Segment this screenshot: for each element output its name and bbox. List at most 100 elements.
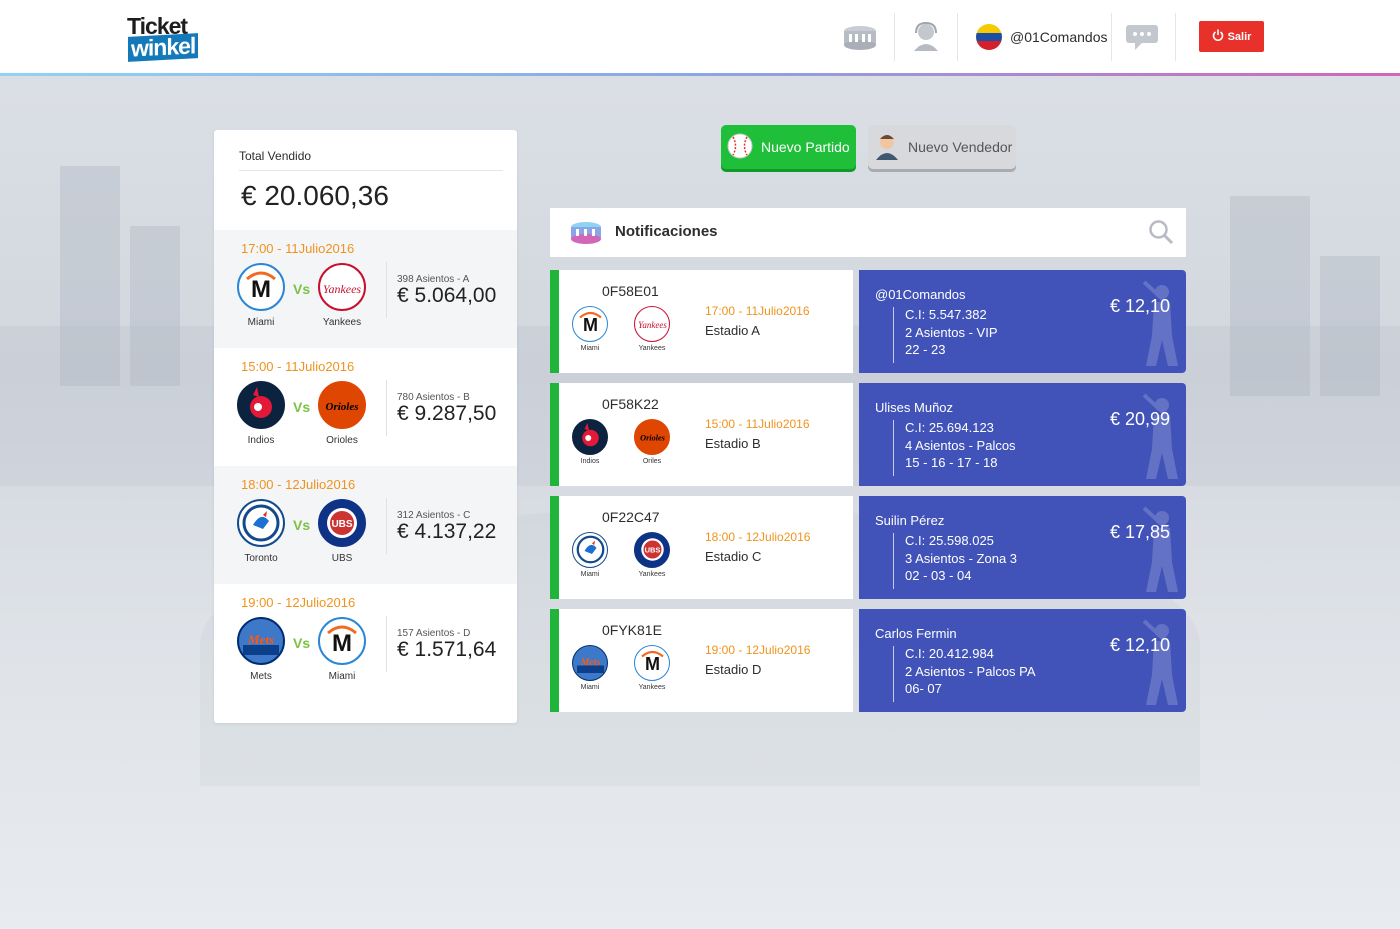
match-time: 17:00 - 11Julio2016 — [705, 304, 810, 318]
ticket-stub: 0F58E01 M Miami Vs Yankees Yankees 17:00… — [559, 270, 853, 373]
svg-text:M: M — [583, 315, 598, 335]
buyer-name: Suilin Pérez — [875, 513, 945, 528]
seat-numbers: 02 - 03 - 04 — [905, 568, 972, 583]
stadium-icon[interactable] — [840, 18, 880, 56]
vs-label: Vs — [293, 517, 311, 533]
svg-text:M: M — [251, 276, 271, 303]
match-item[interactable]: 18:00 - 12Julio2016 Toronto Vs UBS UBS 3… — [214, 466, 517, 584]
notifications-header: Notificaciones — [550, 208, 1186, 257]
buyer-seats: 3 Asientos - Zona 3 — [905, 551, 1018, 566]
home-team-name: Miami — [580, 684, 600, 691]
svg-text:Yankees: Yankees — [638, 320, 667, 330]
divider — [893, 307, 894, 363]
svg-text:Mets: Mets — [579, 657, 600, 668]
notification-item[interactable]: 0F22C47 Miami Vs UBS Yankees 18:00 - 12J… — [550, 496, 1186, 599]
match-amount: € 9.287,50 — [397, 402, 497, 425]
username: @01Comandos — [1010, 29, 1108, 45]
away-team-name: Miami — [328, 671, 356, 682]
divider — [893, 420, 894, 476]
divider — [239, 170, 503, 171]
batter-silhouette-icon — [1142, 280, 1178, 366]
ticket-perforation — [845, 609, 853, 712]
buyer-info: Carlos Fermin C.I: 20.412.984 2 Asientos… — [859, 609, 1186, 712]
logout-button[interactable]: Salir — [1199, 21, 1264, 52]
away-team: M Yankees — [632, 645, 672, 691]
user-menu[interactable]: @01Comandos — [976, 24, 1108, 50]
yankees-logo-icon: Yankees — [318, 263, 366, 311]
ticket-code: 0FYK81E — [602, 622, 662, 638]
match-item[interactable]: 15:00 - 11Julio2016 Indios Vs Orioles Or… — [214, 348, 517, 466]
away-team: Yankees Yankees — [314, 263, 370, 328]
divider — [893, 646, 894, 702]
ticket-stub: 0FYK81E Mets Miami Vs M Yankees 19:00 - … — [559, 609, 853, 712]
match-time: 18:00 - 12Julio2016 — [241, 477, 356, 492]
marlins-logo-icon: M — [634, 645, 670, 681]
buyer-id: C.I: 25.694.123 — [905, 420, 994, 435]
away-team: UBS Yankees — [632, 532, 672, 578]
venezuela-flag-icon — [976, 24, 1002, 50]
stadium-name: Estadio D — [705, 662, 762, 677]
orioles-logo-icon: Orioles — [634, 419, 670, 455]
indians-logo-icon — [572, 419, 608, 455]
ticket-perforation — [845, 383, 853, 486]
match-time: 15:00 - 11Julio2016 — [705, 417, 810, 431]
match-time: 15:00 - 11Julio2016 — [241, 359, 355, 374]
away-team: Orioles Orioles — [314, 381, 370, 446]
yankees-logo-icon: Yankees — [634, 306, 670, 342]
power-icon — [1212, 29, 1224, 44]
buyer-id: C.I: 5.547.382 — [905, 307, 987, 322]
seller-avatar-icon — [874, 132, 900, 163]
notification-item[interactable]: 0F58K22 Indios Vs Orioles Oriles 15:00 -… — [550, 383, 1186, 486]
new-seller-button[interactable]: Nuevo Vendedor — [868, 125, 1016, 169]
ticket-perforation — [845, 496, 853, 599]
baseball-icon — [727, 133, 753, 162]
batter-silhouette-icon — [1142, 506, 1178, 592]
ticket-stub: 0F58K22 Indios Vs Orioles Oriles 15:00 -… — [559, 383, 853, 486]
divider — [386, 262, 387, 318]
match-time: 17:00 - 11Julio2016 — [241, 241, 355, 256]
new-match-button[interactable]: Nuevo Partido — [721, 125, 856, 169]
match-item[interactable]: 19:00 - 12Julio2016 Mets Mets Vs M Miami… — [214, 584, 517, 702]
home-team-name: Mets — [250, 671, 272, 682]
search-icon[interactable] — [1148, 219, 1174, 250]
ticket-stub: 0F22C47 Miami Vs UBS Yankees 18:00 - 12J… — [559, 496, 853, 599]
cubs-logo-icon: UBS — [318, 499, 366, 547]
header-divider — [894, 13, 895, 61]
marlins-logo-icon: M — [237, 263, 285, 311]
buyer-info: @01Comandos C.I: 5.547.382 2 Asientos - … — [859, 270, 1186, 373]
away-team-name: Yankees — [322, 317, 362, 328]
svg-text:Yankees: Yankees — [323, 282, 362, 296]
ticket-code: 0F22C47 — [602, 509, 660, 525]
svg-text:UBS: UBS — [644, 546, 660, 555]
notification-item[interactable]: 0FYK81E Mets Miami Vs M Yankees 19:00 - … — [550, 609, 1186, 712]
indians-logo-icon — [237, 381, 285, 429]
home-team-name: Indios — [247, 435, 275, 446]
notification-item[interactable]: 0F58E01 M Miami Vs Yankees Yankees 17:00… — [550, 270, 1186, 373]
marlins-logo-icon: M — [318, 617, 366, 665]
stadium-name: Estadio B — [705, 436, 761, 451]
match-item[interactable]: 17:00 - 11Julio2016 M Miami Vs Yankees Y… — [214, 230, 517, 348]
header-gradient-line — [0, 73, 1400, 76]
blue-jays-logo-icon — [237, 499, 285, 547]
support-agent-icon[interactable] — [906, 18, 946, 56]
match-amount: € 1.571,64 — [397, 638, 497, 661]
ticketwinkel-logo[interactable]: Ticket winkel — [127, 13, 205, 63]
stadium-name: Estadio A — [705, 323, 760, 338]
status-strip — [550, 496, 559, 599]
home-team: Mets Miami — [570, 645, 610, 691]
marlins-logo-icon: M — [572, 306, 608, 342]
chat-icon[interactable] — [1122, 18, 1162, 56]
divider — [386, 616, 387, 672]
home-team: Miami — [570, 532, 610, 578]
away-team: Yankees Yankees — [632, 306, 672, 352]
home-team-name: Indios — [580, 458, 600, 465]
buyer-id: C.I: 25.598.025 — [905, 533, 994, 548]
mets-logo-icon: Mets — [572, 645, 608, 681]
vs-label: Vs — [293, 399, 311, 415]
home-team: M Miami — [570, 306, 610, 352]
new-match-label: Nuevo Partido — [761, 139, 850, 155]
batter-silhouette-icon — [1142, 393, 1178, 479]
match-time: 19:00 - 12Julio2016 — [705, 643, 811, 657]
buyer-id: C.I: 20.412.984 — [905, 646, 994, 661]
home-team: Indios — [233, 381, 289, 446]
